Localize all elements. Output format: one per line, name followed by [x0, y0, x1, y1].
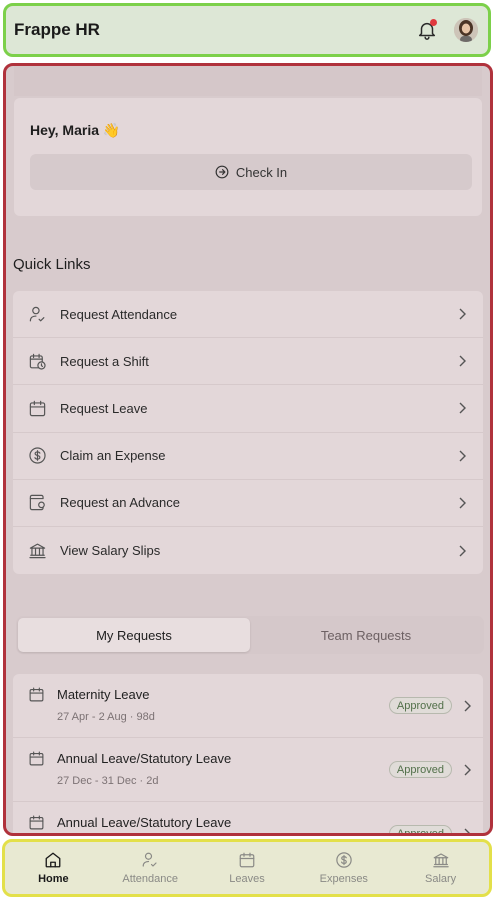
chevron-right-icon: [462, 764, 472, 776]
quick-link-request-attendance[interactable]: Request Attendance: [13, 291, 483, 339]
chevron-right-icon: [457, 402, 467, 414]
user-check-icon: [28, 305, 47, 324]
home-icon: [44, 851, 62, 869]
status-badge: Approved: [388, 825, 452, 833]
avatar[interactable]: [454, 18, 478, 42]
quick-link-request-leave[interactable]: Request Leave: [13, 385, 483, 433]
tab-my-requests[interactable]: My Requests: [18, 618, 250, 652]
request-title: Maternity Leave: [57, 687, 150, 702]
bell-icon[interactable]: [416, 19, 438, 41]
quick-links-list: Request Attendance Request a Shift Reque…: [13, 291, 483, 574]
quick-links-title: Quick Links: [13, 256, 91, 273]
nav-label: Salary: [424, 873, 457, 885]
chevron-right-icon: [457, 545, 467, 557]
quick-link-label: Request an Advance: [60, 495, 180, 511]
quick-link-request-advance[interactable]: Request an Advance: [13, 480, 483, 527]
calendar-clock-icon: [28, 352, 47, 371]
arrow-right-circle-icon: [215, 165, 229, 179]
chevron-right-icon: [462, 700, 472, 712]
greeting-text: Hey, Maria 👋: [30, 122, 121, 138]
calendar-icon: [28, 686, 45, 703]
wallet-icon: [28, 493, 47, 512]
calendar-icon: [238, 851, 256, 869]
header-actions: [416, 18, 478, 42]
quick-link-label: Request Leave: [60, 400, 148, 416]
nav-label: Expenses: [319, 873, 368, 885]
main-content: Hey, Maria 👋 Check In Quick Links Reques…: [3, 63, 493, 836]
quick-link-view-salary-slips[interactable]: View Salary Slips: [13, 527, 483, 574]
dollar-circle-icon: [28, 446, 47, 465]
nav-expenses[interactable]: Expenses: [295, 842, 392, 894]
greeting-card: Hey, Maria 👋 Check In: [14, 98, 482, 216]
nav-label: Leaves: [229, 873, 265, 885]
request-title: Annual Leave/Statutory Leave: [57, 751, 232, 766]
nav-label: Attendance: [122, 873, 179, 885]
bank-icon: [432, 851, 450, 869]
nav-salary[interactable]: Salary: [392, 842, 489, 894]
status-badge: Approved: [388, 761, 452, 778]
bottom-nav: Home Attendance Leaves Expenses Salary: [2, 839, 492, 897]
request-dates: 27 Dec - 31 Dec · 2d: [57, 775, 159, 787]
nav-attendance[interactable]: Attendance: [102, 842, 199, 894]
quick-link-label: Claim an Expense: [60, 448, 166, 464]
calendar-icon: [28, 814, 45, 831]
app-title: Frappe HR: [14, 20, 100, 39]
quick-link-label: Request a Shift: [60, 353, 149, 369]
request-item[interactable]: Maternity Leave 27 Apr - 2 Aug · 98d App…: [13, 674, 483, 738]
bank-icon: [28, 541, 47, 560]
requests-tabs: My Requests Team Requests: [16, 616, 484, 654]
dollar-circle-icon: [335, 851, 353, 869]
nav-leaves[interactable]: Leaves: [199, 842, 296, 894]
top-spacer: [14, 66, 482, 96]
chevron-right-icon: [457, 308, 467, 320]
quick-link-label: Request Attendance: [60, 306, 178, 322]
nav-home[interactable]: Home: [5, 842, 102, 894]
app-header: Frappe HR: [3, 3, 491, 57]
tab-team-requests[interactable]: Team Requests: [250, 618, 482, 652]
request-dates: 27 Apr - 2 Aug · 98d: [57, 711, 155, 723]
quick-link-request-shift[interactable]: Request a Shift: [13, 338, 483, 386]
user-check-icon: [141, 851, 159, 869]
chevron-right-icon: [457, 450, 467, 462]
request-item[interactable]: Annual Leave/Statutory Leave 27 Dec - 31…: [13, 738, 483, 802]
quick-link-claim-expense[interactable]: Claim an Expense: [13, 433, 483, 480]
notification-dot: [430, 19, 437, 26]
calendar-icon: [28, 399, 47, 418]
status-badge: Approved: [388, 697, 452, 714]
requests-list: Maternity Leave 27 Apr - 2 Aug · 98d App…: [13, 674, 483, 833]
check-in-button[interactable]: Check In: [30, 154, 472, 190]
chevron-right-icon: [457, 497, 467, 509]
chevron-right-icon: [457, 355, 467, 367]
quick-link-label: View Salary Slips: [60, 543, 161, 559]
check-in-label: Check In: [235, 164, 288, 180]
request-title: Annual Leave/Statutory Leave: [57, 815, 232, 830]
calendar-icon: [28, 750, 45, 767]
chevron-right-icon: [462, 828, 472, 833]
nav-label: Home: [38, 873, 69, 885]
request-item[interactable]: Annual Leave/Statutory Leave Approved: [13, 802, 483, 833]
